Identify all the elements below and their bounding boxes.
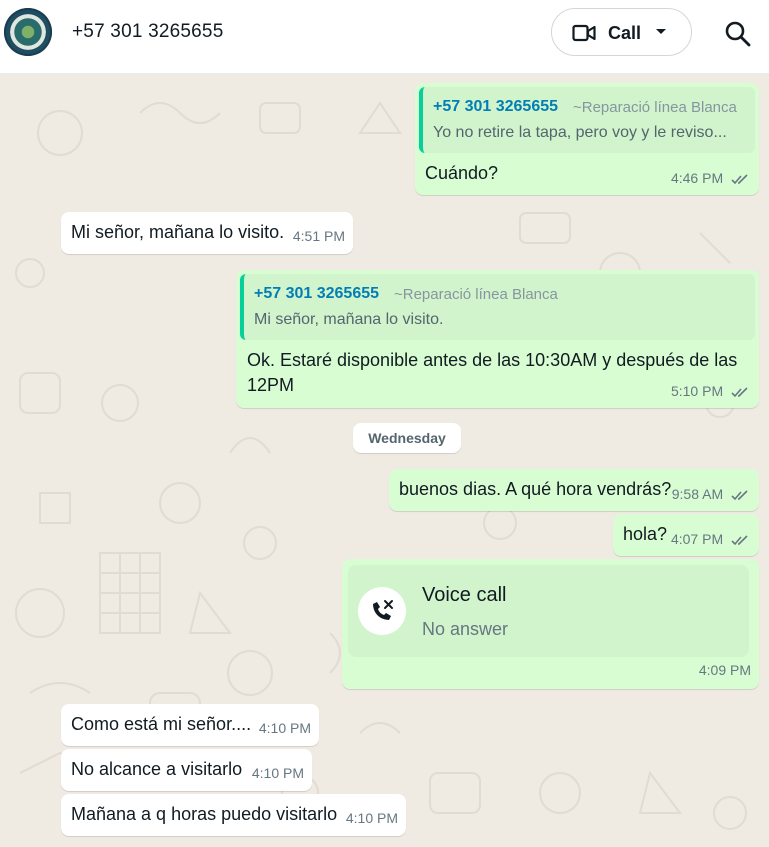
message-text: buenos dias. A qué hora vendrás?: [399, 479, 672, 499]
date-separator: Wednesday: [353, 423, 461, 453]
incoming-message[interactable]: No alcance a visitarlo 4:10 PM: [61, 749, 312, 791]
voice-call-title: Voice call: [422, 584, 507, 606]
message-meta: 5:10 PM: [671, 379, 749, 404]
contact-avatar[interactable]: [4, 8, 52, 56]
voice-call-card[interactable]: Voice call No answer: [348, 565, 749, 657]
message-text: Como está mi señor....: [71, 714, 252, 734]
double-check-icon: [731, 174, 748, 184]
message-time: 4:10 PM: [251, 765, 304, 781]
chat-header: +57 301 3265655 Call: [0, 0, 769, 74]
message-meta: 9:58 AM: [672, 482, 749, 507]
call-button[interactable]: Call: [551, 8, 692, 56]
quote-text: Yo no retire la tapa, pero voy y le revi…: [433, 124, 727, 141]
message-text: Cuándo?: [425, 163, 499, 183]
message-time: 4:10 PM: [345, 810, 398, 826]
double-check-icon: [731, 490, 748, 500]
double-check-icon: [731, 387, 748, 397]
message-meta: 4:07 PM: [671, 527, 749, 552]
missed-call-icon: [358, 587, 406, 635]
voice-call-status: No answer: [422, 619, 509, 639]
message-time: 4:07 PM: [670, 531, 724, 547]
incoming-message[interactable]: Mi señor, mañana lo visito. 4:51 PM: [61, 212, 353, 254]
message-text-line: Ok. Estaré disponible antes de las 10:30…: [247, 350, 738, 370]
outgoing-message[interactable]: hola? 4:07 PM: [613, 514, 759, 556]
message-time: 9:58 AM: [671, 486, 724, 502]
message-text: Mi señor, mañana lo visito.: [71, 222, 285, 242]
quote-author: +57 301 3265655: [433, 98, 559, 115]
message-time: 4:51 PM: [292, 228, 345, 244]
voice-call-message[interactable]: Voice call No answer 4:09 PM: [342, 559, 759, 689]
incoming-message[interactable]: Como está mi señor.... 4:10 PM: [61, 704, 319, 746]
message-time: 4:46 PM: [670, 170, 724, 186]
chevron-down-icon[interactable]: [655, 28, 667, 36]
message-text: hola?: [623, 524, 668, 544]
double-check-icon: [731, 535, 748, 545]
quote-group-name: ~Reparació línea Blanca: [394, 286, 558, 303]
message-time: 5:10 PM: [670, 383, 724, 399]
message-text: No alcance a visitarlo: [71, 759, 243, 779]
contact-name[interactable]: +57 301 3265655: [72, 21, 223, 43]
quote-author: +57 301 3265655: [254, 285, 380, 302]
outgoing-message[interactable]: buenos dias. A qué hora vendrás? 9:58 AM: [389, 469, 759, 511]
outgoing-message[interactable]: +57 301 3265655 ~Reparació línea Blanca …: [415, 83, 759, 195]
outgoing-message[interactable]: +57 301 3265655 ~Reparació línea Blanca …: [236, 270, 759, 408]
call-button-label: Call: [608, 23, 642, 43]
message-text: Mañana a q horas puedo visitarlo: [71, 804, 338, 824]
video-camera-icon: [572, 24, 596, 42]
message-time: 4:10 PM: [258, 720, 311, 736]
quoted-message[interactable]: +57 301 3265655 ~Reparació línea Blanca …: [419, 87, 755, 153]
message-text-line: 12PM: [247, 375, 295, 395]
search-icon[interactable]: [724, 20, 752, 48]
quoted-message[interactable]: +57 301 3265655 ~Reparació línea Blanca …: [240, 274, 755, 340]
incoming-message[interactable]: Mañana a q horas puedo visitarlo 4:10 PM: [61, 794, 406, 836]
quote-text: Mi señor, mañana lo visito.: [254, 311, 444, 328]
phone-icon: [373, 600, 393, 620]
message-time: 4:09 PM: [698, 662, 751, 678]
quote-group-name: ~Reparació línea Blanca: [573, 99, 737, 116]
message-meta: 4:46 PM: [671, 166, 749, 191]
